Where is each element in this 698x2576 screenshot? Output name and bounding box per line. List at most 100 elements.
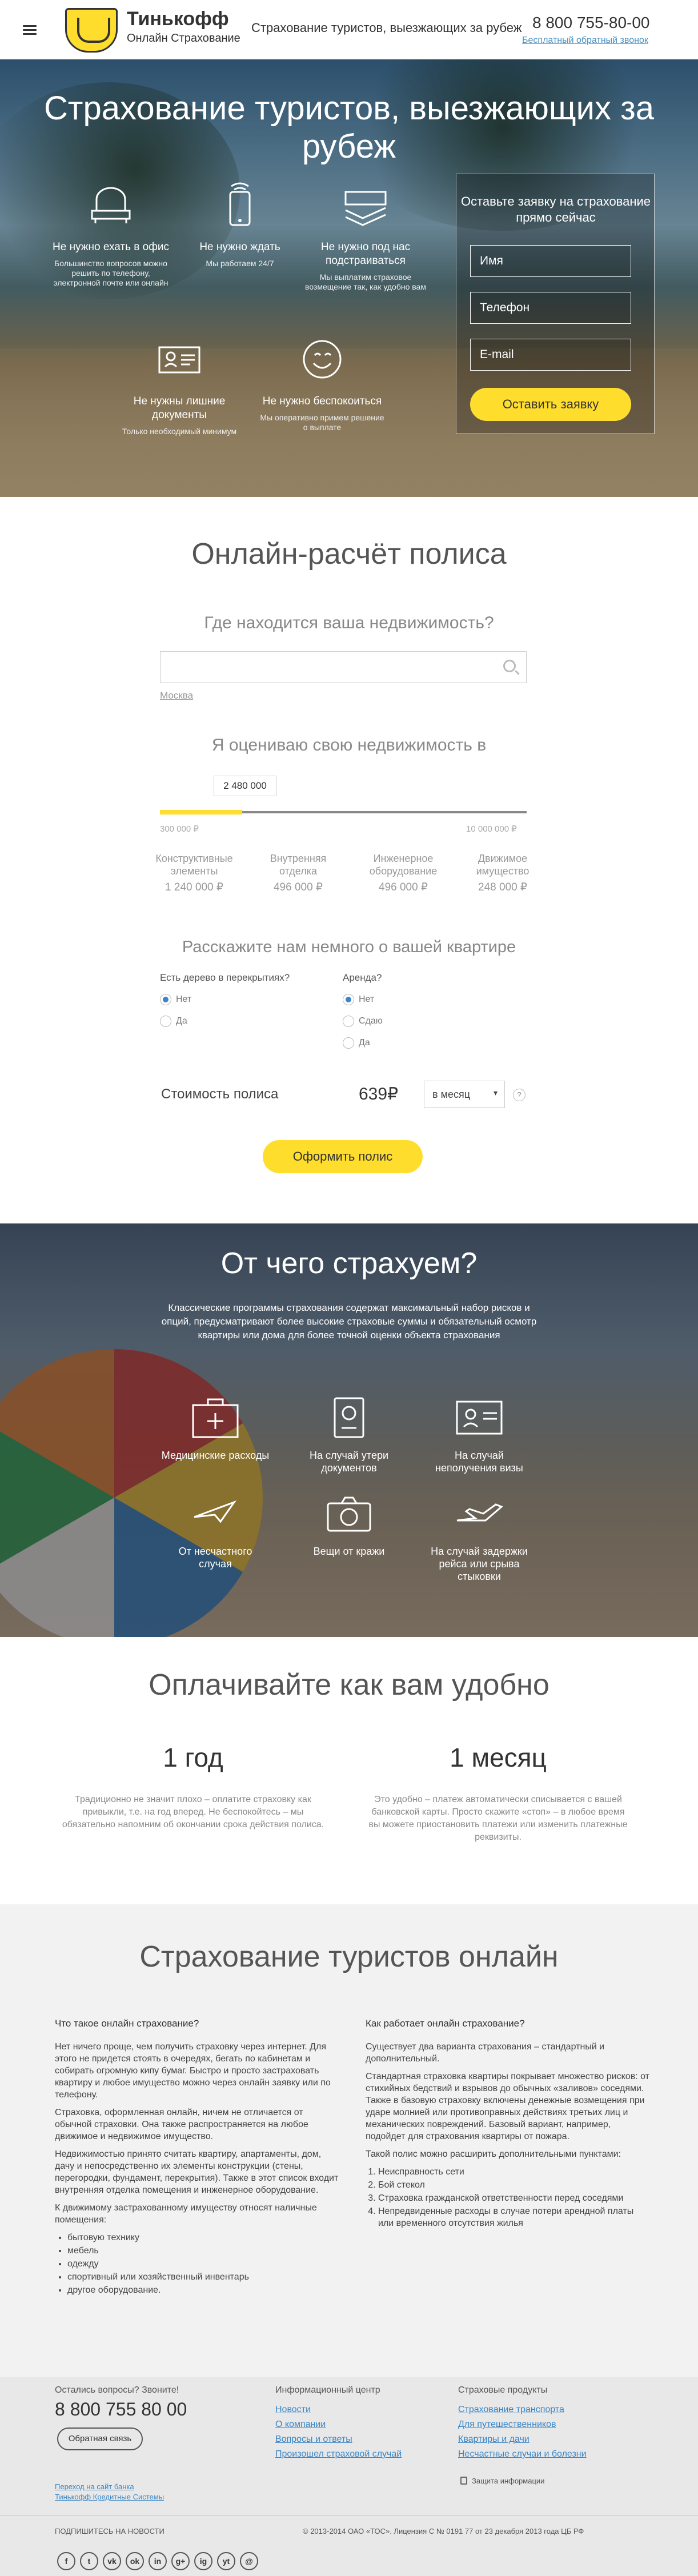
- risk-label: Медицинские расходы: [161, 1450, 270, 1461]
- category-value: 496 000 ₽: [273, 881, 323, 893]
- id-card-icon: [158, 346, 200, 374]
- footer-link-accidents[interactable]: Несчастные случаи и болезни: [458, 2449, 587, 2459]
- email-input[interactable]: E-mail: [470, 339, 631, 371]
- risk-label: Вещи от кражи: [313, 1546, 385, 1557]
- cost-value: 639₽: [359, 1085, 399, 1104]
- radio-wood-no[interactable]: Нет: [160, 994, 191, 1005]
- risks-desc: Классические программы страхования содер…: [161, 1302, 537, 1341]
- feature-title: Не нужно ждать: [199, 241, 280, 253]
- value-slider-fill: [160, 810, 243, 814]
- risk-delay: На случай задержки рейса или срыва стыко…: [425, 1492, 533, 1583]
- submit-application-button[interactable]: Оставить заявку: [470, 388, 631, 421]
- application-form: Оставьте заявку на страхование прямо сей…: [456, 174, 655, 434]
- list-item: Непредвиденные расходы в случае потери а…: [378, 2205, 651, 2229]
- radio-rent-lease[interactable]: Сдаю: [343, 1016, 383, 1027]
- plan-name: 1 месяц: [450, 1743, 547, 1772]
- info-paragraph: Нет ничего проще, чем получить страховку…: [55, 2042, 331, 2100]
- armchair-icon: [91, 187, 131, 223]
- money-icon: [344, 191, 387, 226]
- slider-min: 300 000 ₽: [160, 824, 199, 834]
- menu-icon[interactable]: [23, 25, 37, 35]
- list-item: спортивный или хозяйственный инвентарь: [67, 2271, 340, 2283]
- radio-rent-no[interactable]: Нет: [343, 994, 374, 1005]
- period-select[interactable]: в месяц ▾: [424, 1081, 505, 1108]
- info-section: Страхование туристов онлайн Что такое он…: [0, 1904, 698, 2377]
- twitter-icon[interactable]: t: [80, 2552, 98, 2570]
- medkit-icon: [192, 1398, 239, 1438]
- feature-desc: Мы выплатим страховое возмещение так, ка…: [305, 272, 426, 291]
- info-paragraph: Такой полис можно расширить дополнительн…: [366, 2149, 621, 2159]
- security-link[interactable]: Защита информации: [472, 2477, 544, 2485]
- lock-icon: [460, 2477, 467, 2485]
- footer-link-transport[interactable]: Страхование транспорта: [458, 2405, 564, 2415]
- logo-title[interactable]: Тинькофф: [127, 8, 229, 30]
- chevron-down-icon: ▾: [493, 1088, 498, 1097]
- apartment-title: Расскажите нам немного о вашей квартире: [182, 938, 516, 956]
- info-paragraph: К движимому застрахованному имуществу от…: [55, 2203, 317, 2225]
- list-item: Страховка гражданской ответственности пе…: [378, 2192, 651, 2204]
- footer-phone[interactable]: 8 800 755 80 00: [55, 2399, 187, 2420]
- odnoklassniki-icon[interactable]: ok: [126, 2552, 144, 2570]
- name-input[interactable]: Имя: [470, 245, 631, 277]
- radio-rent-yes[interactable]: Да: [343, 1037, 370, 1049]
- footer-link-homes[interactable]: Квартиры и дачи: [458, 2434, 529, 2445]
- info-left-heading: Что такое онлайн страхование?: [55, 2018, 199, 2029]
- q-wood: Есть дерево в перекрытиях?: [160, 972, 290, 983]
- radio-wood-yes[interactable]: Да: [160, 1016, 187, 1027]
- list-item: другое оборудование.: [67, 2284, 340, 2296]
- slider-value[interactable]: 2 480 000: [214, 776, 276, 796]
- footer-link-faq[interactable]: Вопросы и ответы: [275, 2434, 352, 2445]
- category-engineering: Инженерное оборудование 496 000 ₽: [358, 852, 449, 894]
- vk-icon[interactable]: vk: [103, 2552, 121, 2570]
- info-title: Страхование туристов онлайн: [139, 1940, 559, 1973]
- category-value: 1 240 000 ₽: [165, 881, 223, 893]
- facebook-icon[interactable]: f: [57, 2552, 75, 2570]
- footer-link-about[interactable]: О компании: [275, 2419, 326, 2430]
- instagram-icon[interactable]: ig: [194, 2552, 212, 2570]
- help-icon[interactable]: ?: [513, 1089, 525, 1101]
- feature-title: Не нужно под нас подстраиваться: [320, 241, 411, 267]
- systems-link[interactable]: Тинькофф Кредитные Системы: [55, 2493, 164, 2501]
- logo-subtitle: Онлайн Страхование: [127, 32, 240, 45]
- products-heading: Страховые продукты: [458, 2385, 548, 2395]
- header-phone[interactable]: 8 800 755-80-00: [532, 14, 650, 32]
- risk-medical: Медицинские расходы: [161, 1396, 270, 1462]
- feature-worry: Не нужно беспокоиться Мы оперативно прим…: [259, 334, 385, 432]
- order-policy-button[interactable]: Оформить полис: [263, 1140, 423, 1173]
- category-structure: Конструктивные элементы 1 240 000 ₽: [149, 852, 240, 894]
- risk-visa: На случай неполучения визы: [425, 1396, 533, 1474]
- info-center-heading: Информационный центр: [275, 2385, 380, 2395]
- logo-shield-icon[interactable]: [65, 8, 118, 53]
- info-paragraph: Существует два варианта страхования – ст…: [366, 2042, 605, 2064]
- linkedin-icon[interactable]: in: [149, 2552, 167, 2570]
- bank-link[interactable]: Переход на сайт банка: [55, 2482, 134, 2491]
- youtube-icon[interactable]: yt: [217, 2552, 235, 2570]
- category-name: Внутренняя отделка: [270, 853, 327, 877]
- visa-icon: [456, 1401, 503, 1435]
- info-paragraph: Стандартная страховка квартиры покрывает…: [366, 2072, 649, 2141]
- feedback-button[interactable]: Обратная связь: [57, 2427, 143, 2450]
- info-paragraph: Недвижимостью принято считать квартиру, …: [55, 2149, 339, 2195]
- feature-title: Не нужно беспокоиться: [262, 395, 382, 407]
- feature-office: Не нужно ехать в офис Большинство вопрос…: [48, 179, 174, 288]
- callback-link[interactable]: Бесплатный обратный звонок: [522, 35, 648, 46]
- google-plus-icon[interactable]: g+: [171, 2552, 190, 2570]
- risk-label: На случай утери документов: [309, 1450, 389, 1474]
- value-question: Я оцениваю свою недвижимость в: [211, 736, 487, 755]
- site-header: Тинькофф Онлайн Страхование Страхование …: [0, 0, 698, 59]
- footer-link-claim[interactable]: Произошел страховой случай: [275, 2449, 402, 2459]
- location-hint-link[interactable]: Москва: [160, 690, 193, 701]
- plan-desc: Традиционно не значит плохо – оплатите с…: [62, 1795, 324, 1829]
- phone-input[interactable]: Телефон: [470, 292, 631, 324]
- footer-link-news[interactable]: Новости: [275, 2405, 311, 2415]
- risk-accident: От несчастного случая: [161, 1492, 270, 1570]
- location-input[interactable]: [160, 651, 527, 683]
- risk-label: От несчастного случая: [178, 1546, 252, 1570]
- info-right-column: Как работает онлайн страхование? Существ…: [366, 2017, 651, 2235]
- email-icon[interactable]: @: [240, 2552, 258, 2570]
- risk-label: На случай задержки рейса или срыва стыко…: [431, 1546, 528, 1582]
- cost-label: Стоимость полиса: [161, 1086, 279, 1102]
- footer-link-travel[interactable]: Для путешественников: [458, 2419, 556, 2430]
- feature-adjust: Не нужно под нас подстраиваться Мы выпла…: [303, 179, 428, 292]
- category-finish: Внутренняя отделка 496 000 ₽: [252, 852, 344, 894]
